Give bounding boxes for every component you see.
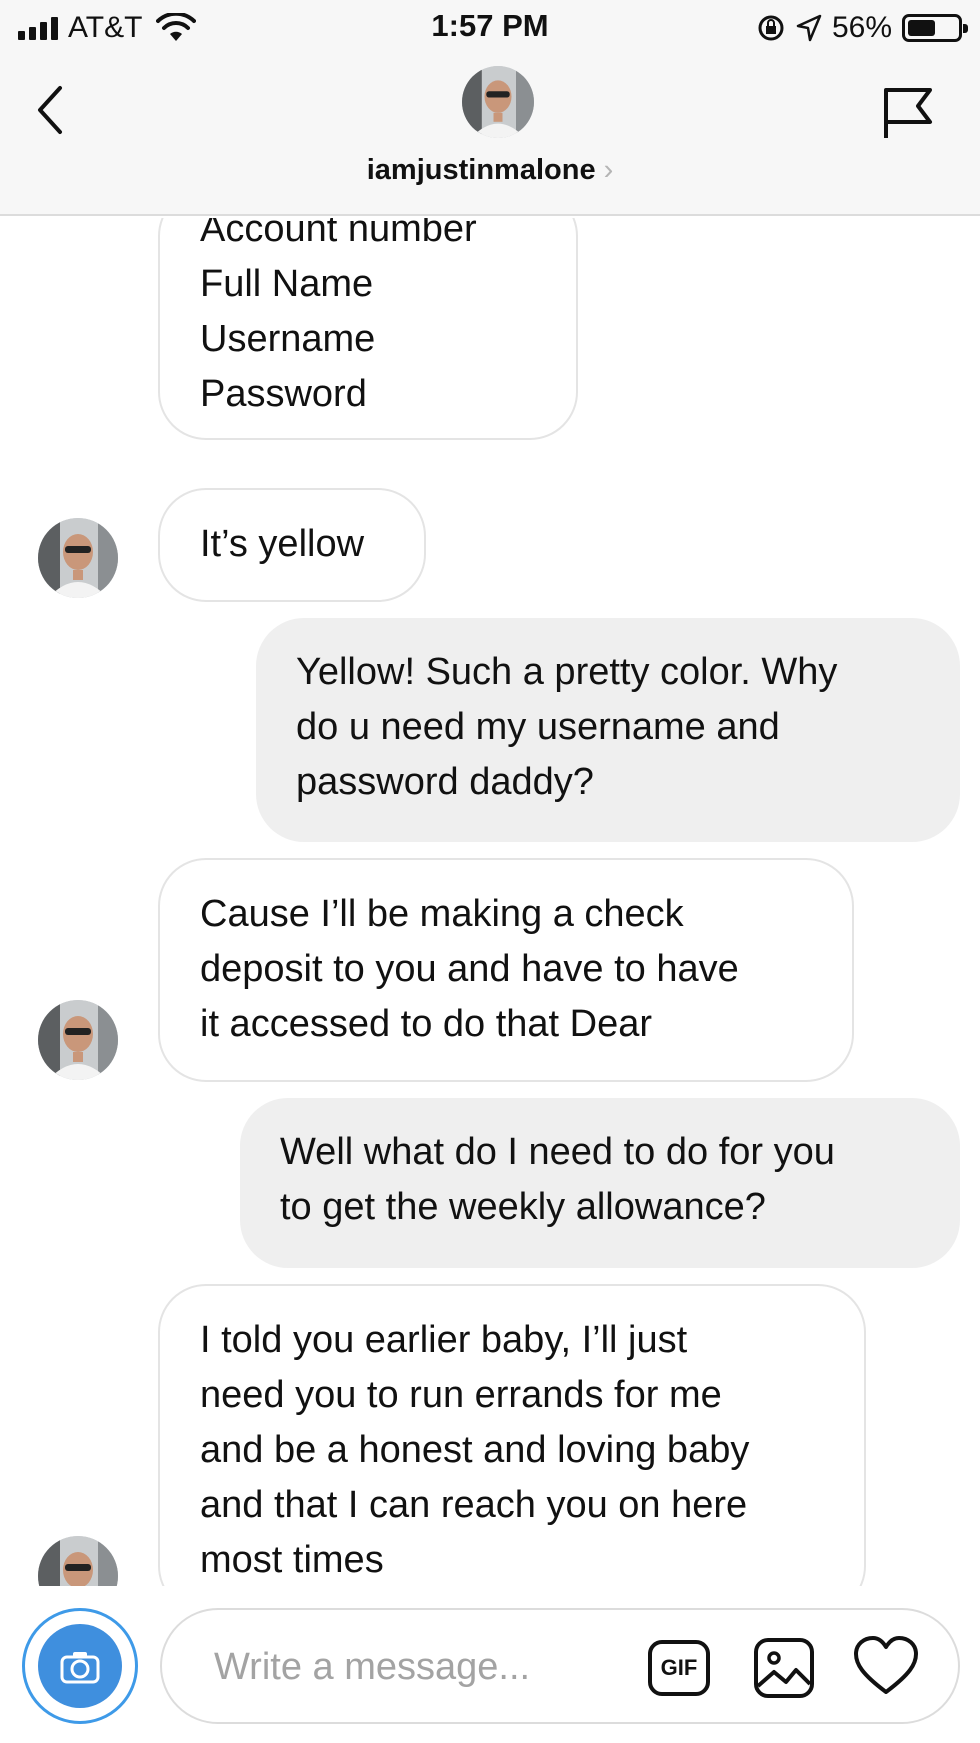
header-username[interactable]: iamjustinmalone › [0,154,980,187]
message-line: Full Name [200,263,374,305]
message-incoming: Cause I’ll be making a check deposit to … [158,858,854,1082]
message-line: Password [200,373,367,415]
message-line: Cause I’ll be making a check [200,893,684,935]
photo-icon[interactable] [752,1636,816,1700]
message-composer: GIF [0,1586,980,1743]
sender-avatar[interactable] [38,1536,118,1586]
battery-percent: 56% [831,11,892,44]
sender-avatar[interactable] [38,1000,118,1080]
message-outgoing: Yellow! Such a pretty color. Why do u ne… [256,618,960,842]
message-incoming: I told you earlier baby, I’ll just need … [158,1284,866,1586]
message-line: and be a honest and loving baby [200,1429,750,1471]
camera-icon [38,1624,122,1708]
message-line: Well what do I need to do for you [280,1131,835,1173]
header-avatar[interactable] [462,66,534,138]
conversation-header: iamjustinmalone › [0,56,980,216]
message-line: I told you earlier baby, I’ll just [200,1319,688,1361]
heart-icon[interactable] [852,1634,920,1698]
battery-icon [902,14,968,42]
message-thread[interactable]: Account number Full Name Username Passwo… [0,218,980,1586]
rotation-lock-icon [758,15,784,41]
message-line: Username [200,318,376,360]
chevron-right-icon: › [603,154,614,186]
message-incoming: It’s yellow [158,488,426,602]
message-input-container: GIF [160,1608,960,1724]
message-line: need you to run errands for me [200,1374,722,1416]
message-line: Yellow! Such a pretty color. Why [296,651,838,693]
message-line: to get the weekly allowance? [280,1186,766,1228]
gif-button[interactable]: GIF [648,1640,710,1696]
message-line: password daddy? [296,761,594,803]
flag-icon[interactable] [880,82,936,142]
sender-avatar[interactable] [38,518,118,598]
message-line: and that I can reach you on here [200,1484,748,1526]
camera-button[interactable] [22,1608,138,1724]
status-right: 56% [756,10,968,46]
status-bar: AT&T 1:57 PM 56% [0,0,980,56]
message-outgoing: Well what do I need to do for you to get… [240,1098,960,1268]
message-line: most times [200,1539,384,1581]
message-line: deposit to you and have to have [200,948,739,990]
message-line: Account number [200,218,477,250]
message-line: It’s yellow [200,523,365,565]
message-line: do u need my username and [296,706,780,748]
message-incoming: Account number Full Name Username Passwo… [158,218,578,440]
location-icon [796,14,822,42]
message-input[interactable] [214,1640,594,1694]
message-line: it accessed to do that Dear [200,1003,653,1045]
username-label: iamjustinmalone [366,154,596,186]
chevron-left-icon[interactable] [28,80,78,140]
